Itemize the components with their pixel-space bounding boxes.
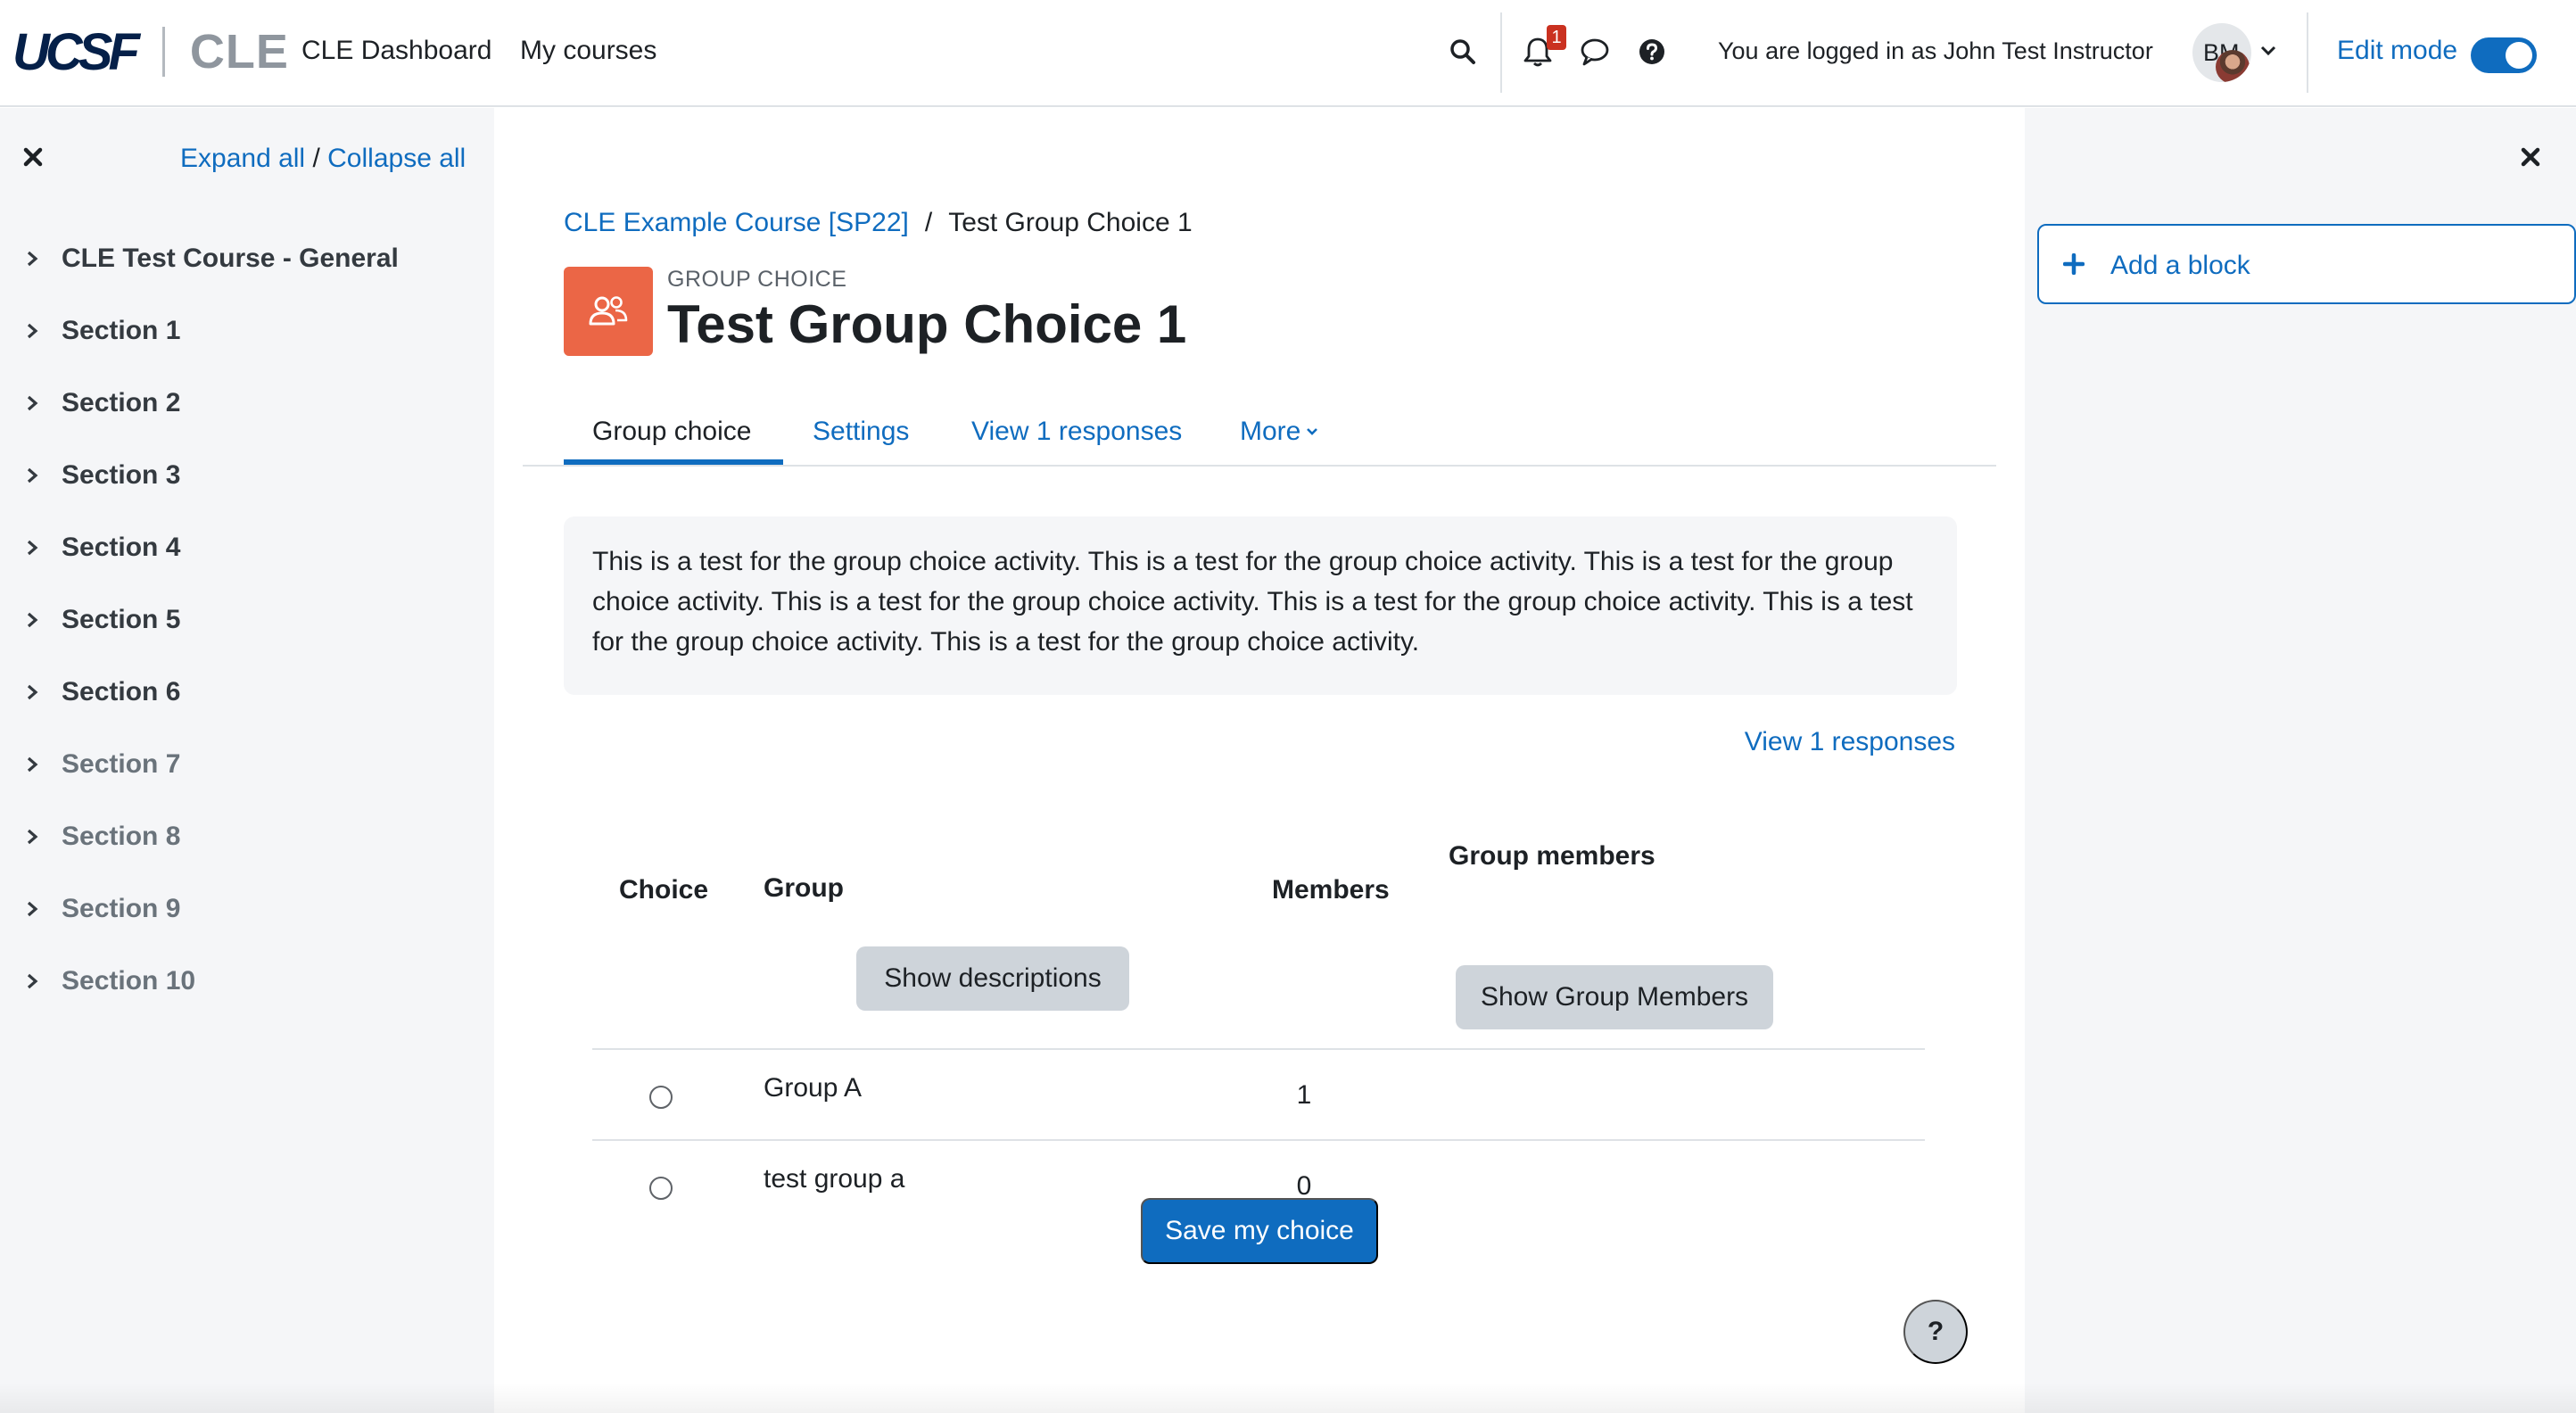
avatar-photo — [2216, 50, 2250, 82]
course-index-drawer: Expand all / Collapse all CLE Test Cours… — [0, 108, 494, 1413]
course-index-item[interactable]: Section 2 — [0, 367, 494, 439]
course-index-label: CLE Test Course - General — [62, 243, 399, 273]
notification-count-badge: 1 — [1547, 25, 1566, 50]
course-index-item[interactable]: Section 5 — [0, 583, 494, 656]
course-index-item[interactable]: Section 7 — [0, 728, 494, 800]
course-index-label: Section 3 — [62, 459, 181, 490]
course-index-item[interactable]: Section 4 — [0, 511, 494, 583]
close-block-drawer-icon[interactable] — [2517, 144, 2544, 170]
chevron-right-icon[interactable] — [20, 969, 45, 994]
page-title: Test Group Choice 1 — [667, 294, 1187, 354]
navbar-divider — [1500, 12, 1502, 93]
course-index-item[interactable]: Section 3 — [0, 439, 494, 511]
tab-more[interactable]: More — [1240, 417, 1318, 447]
chevron-right-icon[interactable] — [20, 752, 45, 777]
group-name: test group a — [764, 1164, 905, 1194]
header-group: Group — [764, 873, 844, 903]
add-a-block-label: Add a block — [2110, 251, 2250, 280]
chevron-right-icon[interactable] — [20, 607, 45, 632]
course-index-label: Section 4 — [62, 532, 181, 562]
logo-secondary: CLE — [189, 25, 289, 78]
course-index-label: Section 9 — [62, 893, 181, 923]
course-index-item[interactable]: Section 6 — [0, 656, 494, 728]
block-drawer: Add a block — [2025, 108, 2576, 1413]
header-choice: Choice — [619, 875, 709, 905]
chevron-right-icon[interactable] — [20, 463, 45, 488]
course-index-item[interactable]: Section 1 — [0, 294, 494, 367]
expand-collapse-separator: / — [312, 144, 320, 173]
header-members: Members — [1272, 875, 1390, 905]
course-index-item[interactable]: Section 9 — [0, 872, 494, 945]
bottom-shadow — [0, 1383, 2576, 1413]
ucsf-cle-logo[interactable]: UCSF CLE — [12, 23, 289, 81]
messages-chat-icon[interactable] — [1577, 34, 1613, 70]
user-menu-chevron-down-icon[interactable] — [2255, 37, 2282, 64]
nav-my-courses[interactable]: My courses — [520, 36, 656, 66]
main-content: CLE Example Course [SP22] / Test Group C… — [494, 108, 2025, 1413]
course-index-label: Section 6 — [62, 676, 181, 706]
chevron-right-icon[interactable] — [20, 535, 45, 560]
help-question-icon[interactable] — [1634, 34, 1670, 70]
tab-more-label: More — [1240, 417, 1301, 446]
user-avatar[interactable]: BM — [2192, 23, 2251, 82]
chevron-right-icon[interactable] — [20, 318, 45, 343]
course-index-item[interactable]: Section 10 — [0, 945, 494, 1017]
activity-type-label: GROUP CHOICE — [667, 267, 847, 292]
member-count: 1 — [1296, 1080, 1312, 1110]
course-index-label: Section 10 — [62, 965, 196, 996]
table-row: Group A 1 — [592, 1050, 1925, 1139]
course-index-label: Section 2 — [62, 387, 181, 417]
view-responses-link[interactable]: View 1 responses — [1745, 727, 1955, 757]
activity-description: This is a test for the group choice acti… — [564, 516, 1957, 695]
expand-collapse-controls: Expand all / Collapse all — [180, 144, 466, 174]
edit-mode-toggle[interactable] — [2471, 37, 2537, 73]
chevron-right-icon[interactable] — [20, 391, 45, 416]
course-index-label: Section 8 — [62, 821, 181, 851]
tab-bar-divider — [523, 465, 1996, 467]
course-index-label: Section 5 — [62, 604, 181, 634]
choice-radio-test-group-a[interactable] — [649, 1177, 673, 1200]
expand-all-link[interactable]: Expand all — [180, 144, 305, 173]
chevron-right-icon[interactable] — [20, 246, 45, 271]
tab-view-responses[interactable]: View 1 responses — [971, 417, 1182, 447]
member-count: 0 — [1296, 1171, 1312, 1201]
course-index-label: Section 1 — [62, 315, 181, 345]
toggle-knob — [2506, 42, 2532, 69]
chevron-right-icon[interactable] — [20, 897, 45, 921]
close-course-index-icon[interactable] — [20, 144, 46, 170]
save-my-choice-button[interactable]: Save my choice — [1141, 1198, 1378, 1264]
edit-mode-label: Edit mode — [2337, 36, 2458, 65]
nav-cle-dashboard[interactable]: CLE Dashboard — [301, 36, 491, 66]
plus-icon — [2060, 251, 2087, 277]
breadcrumb: CLE Example Course [SP22] / Test Group C… — [564, 208, 1193, 238]
choice-radio-group-a[interactable] — [649, 1086, 673, 1109]
group-name: Group A — [764, 1073, 863, 1103]
logo-divider — [161, 27, 165, 77]
navbar: UCSF CLE CLE Dashboard My courses 1 You … — [0, 0, 2576, 107]
active-tab-indicator — [564, 459, 783, 465]
breadcrumb-separator: / — [924, 208, 933, 237]
tab-group-choice[interactable]: Group choice — [592, 417, 751, 447]
collapse-all-link[interactable]: Collapse all — [327, 144, 466, 173]
chevron-right-icon[interactable] — [20, 680, 45, 705]
logo-primary: UCSF — [12, 22, 140, 81]
show-group-members-button[interactable]: Show Group Members — [1456, 965, 1773, 1029]
navbar-divider — [2307, 12, 2308, 93]
course-index-item[interactable]: CLE Test Course - General — [0, 222, 494, 294]
page-help-button[interactable]: ? — [1903, 1300, 1968, 1364]
header-group-members: Group members — [1449, 841, 1655, 871]
search-icon[interactable] — [1445, 34, 1481, 70]
show-descriptions-button[interactable]: Show descriptions — [856, 946, 1129, 1011]
logged-in-text: You are logged in as John Test Instructo… — [1718, 37, 2153, 64]
course-index-list: CLE Test Course - General Section 1 Sectio… — [0, 222, 494, 1017]
tab-settings[interactable]: Settings — [813, 417, 909, 447]
group-choice-activity-icon — [564, 267, 653, 356]
course-index-label: Section 7 — [62, 748, 181, 779]
course-index-item[interactable]: Section 8 — [0, 800, 494, 872]
chevron-down-icon — [1307, 428, 1318, 435]
breadcrumb-course-link[interactable]: CLE Example Course [SP22] — [564, 208, 909, 238]
add-a-block-button[interactable]: Add a block — [2037, 224, 2576, 304]
chevron-right-icon[interactable] — [20, 824, 45, 849]
breadcrumb-current: Test Group Choice 1 — [948, 208, 1193, 237]
